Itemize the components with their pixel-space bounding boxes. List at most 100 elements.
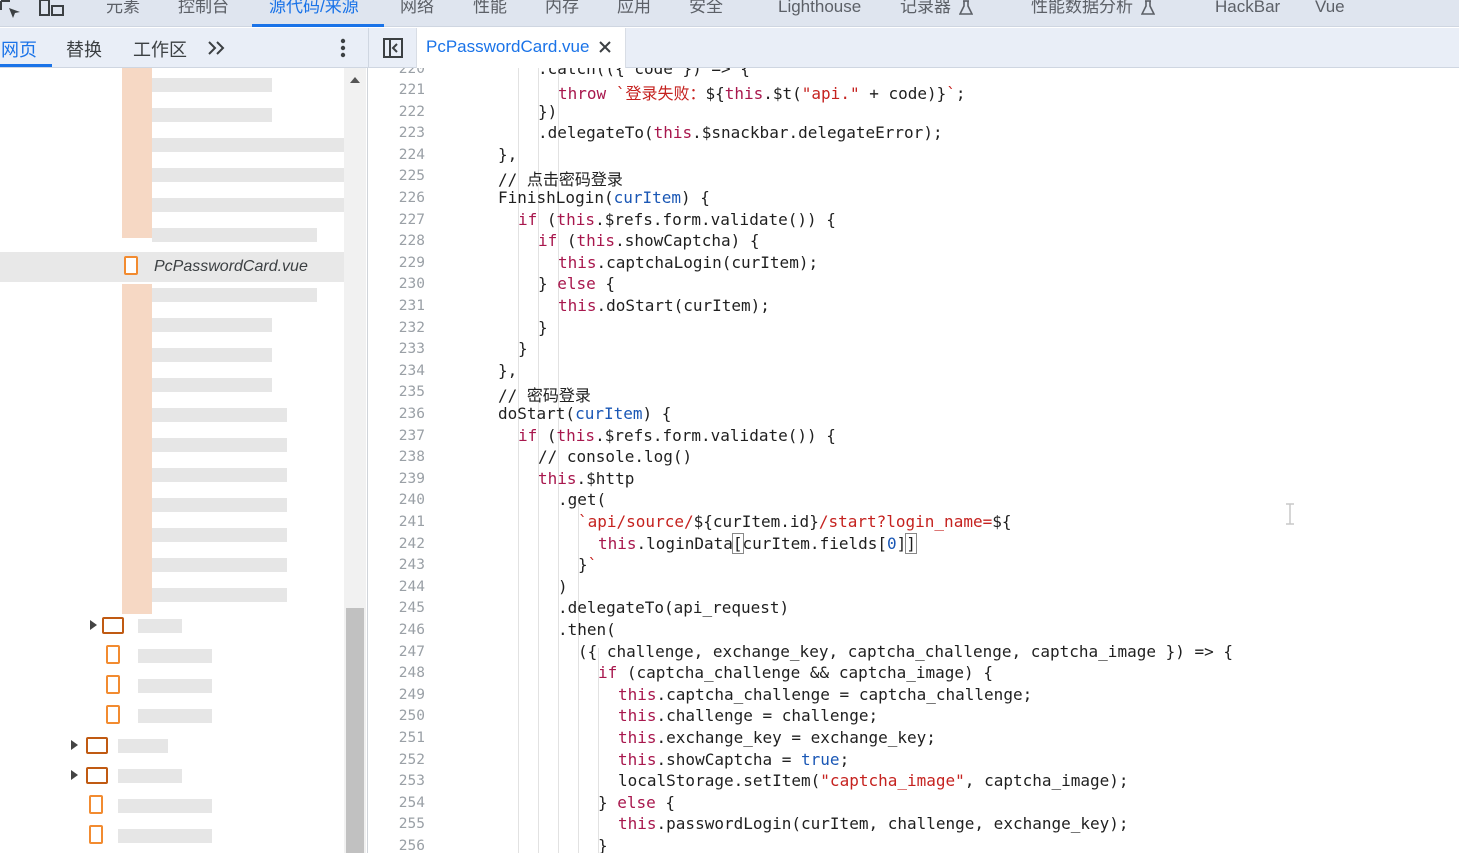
code-line[interactable]: `api/source/${curItem.id}/start?login_na… (498, 512, 1011, 531)
line-number: 231 (398, 298, 425, 314)
obscured-tree-item[interactable] (152, 198, 347, 212)
code-line[interactable]: if (captcha_challenge && captcha_image) … (498, 663, 993, 682)
obscured-tree-item[interactable] (138, 679, 212, 693)
code-line[interactable]: .delegateTo(api_request) (498, 598, 789, 617)
code-line[interactable]: this.doStart(curItem); (498, 296, 770, 315)
tab-security[interactable]: 安全 (689, 0, 723, 23)
obscured-icon-column (122, 68, 152, 238)
code-line[interactable]: } (498, 836, 608, 853)
obscured-tree-item[interactable] (152, 378, 272, 392)
code-line[interactable]: this.passwordLogin(curItem, challenge, e… (498, 814, 1129, 833)
obscured-tree-item[interactable] (152, 528, 287, 542)
tab-elements[interactable]: 元素 (106, 0, 140, 23)
code-line[interactable]: }, (498, 361, 517, 380)
obscured-tree-item[interactable] (118, 829, 212, 843)
code-line[interactable]: FinishLogin(curItem) { (498, 188, 710, 207)
code-line[interactable]: if (this.showCaptcha) { (498, 231, 760, 250)
tab-memory[interactable]: 内存 (545, 0, 579, 23)
code-line[interactable]: localStorage.setItem("captcha_image", ca… (498, 771, 1129, 790)
code-line[interactable]: this.$http (498, 469, 634, 488)
obscured-tree-item[interactable] (152, 138, 347, 152)
tab-application[interactable]: 应用 (617, 0, 651, 23)
code-line[interactable]: this.captcha_challenge = captcha_challen… (498, 685, 1032, 704)
code-line[interactable]: .delegateTo(this.$snackbar.delegateError… (498, 123, 943, 142)
editor-file-tab[interactable]: PcPasswordCard.vue (416, 28, 626, 68)
obscured-tree-item[interactable] (152, 78, 272, 92)
expand-arrow-icon[interactable] (71, 770, 78, 780)
tab-network[interactable]: 网络 (400, 0, 434, 23)
obscured-tree-item[interactable] (152, 108, 272, 122)
tab-lighthouse[interactable]: Lighthouse (778, 0, 861, 23)
code-line[interactable]: ) (498, 577, 568, 596)
obscured-tree-item[interactable] (152, 228, 317, 242)
obscured-tree-item[interactable] (152, 168, 347, 182)
obscured-tree-item[interactable] (152, 288, 317, 302)
obscured-tree-item[interactable] (138, 709, 212, 723)
obscured-tree-item[interactable] (152, 438, 287, 452)
tab-performance-insights[interactable]: 性能数据分析 (1031, 0, 1155, 23)
tab-recorder[interactable]: 记录器 (900, 0, 973, 23)
code-line[interactable]: .catch(({ code }) => { (498, 68, 750, 78)
obscured-tree-item[interactable] (138, 619, 182, 633)
code-line[interactable]: throw `登录失败：${this.$t("api." + code)}`; (498, 80, 966, 104)
file-icon (89, 825, 103, 844)
code-editor[interactable]: 220 .catch(({ code }) => { 221 throw `登录… (369, 68, 1459, 853)
obscured-tree-item[interactable] (152, 318, 272, 332)
line-number: 222 (398, 104, 425, 120)
nav-tab-overrides[interactable]: 替换 (66, 36, 102, 62)
code-line[interactable]: .get( (498, 490, 606, 509)
code-line[interactable]: } (498, 339, 528, 358)
tree-item-selected-file[interactable]: PcPasswordCard.vue (0, 252, 344, 282)
code-line[interactable]: ({ challenge, exchange_key, captcha_chal… (498, 642, 1233, 661)
toggle-navigator-icon[interactable] (382, 37, 404, 59)
file-icon (106, 705, 120, 724)
code-line[interactable]: .then( (498, 620, 616, 639)
code-line[interactable]: this.challenge = challenge; (498, 706, 878, 725)
code-line[interactable]: this.loginData[curItem.fields[0]] (498, 533, 917, 554)
obscured-tree-item[interactable] (118, 769, 182, 783)
code-line[interactable]: } else { (498, 274, 615, 293)
code-line[interactable]: this.showCaptcha = true; (498, 750, 849, 769)
navigator-scrollbar-thumb[interactable] (346, 608, 364, 853)
code-line[interactable]: }` (498, 555, 597, 574)
more-tabs-chevron-icon[interactable] (207, 40, 227, 56)
code-line-comment[interactable]: // 密码登录 (498, 382, 591, 406)
scroll-up-arrow-icon[interactable] (350, 77, 360, 83)
obscured-tree-item[interactable] (118, 799, 212, 813)
code-line-comment[interactable]: // console.log() (498, 447, 692, 466)
expand-arrow-icon[interactable] (90, 620, 97, 630)
device-toolbar-icon[interactable] (39, 0, 65, 18)
code-line[interactable]: doStart(curItem) { (498, 404, 671, 423)
line-number: 235 (398, 384, 425, 400)
obscured-tree-item[interactable] (152, 408, 287, 422)
code-line[interactable]: } else { (498, 793, 675, 812)
nav-tab-workspace[interactable]: 工作区 (133, 36, 187, 62)
tab-vue[interactable]: Vue (1315, 0, 1345, 23)
more-options-kebab-icon[interactable] (339, 37, 347, 59)
obscured-tree-item[interactable] (152, 558, 287, 572)
code-line[interactable]: }) (498, 102, 557, 121)
tab-hackbar[interactable]: HackBar (1215, 0, 1280, 23)
code-line[interactable]: }, (498, 145, 517, 164)
expand-arrow-icon[interactable] (71, 740, 78, 750)
code-line[interactable]: this.exchange_key = exchange_key; (498, 728, 936, 747)
obscured-tree-item[interactable] (152, 348, 272, 362)
devtools-main-toolbar: 元素 控制台 源代码/来源 网络 性能 内存 应用 安全 Lighthouse … (0, 0, 1459, 27)
obscured-tree-item[interactable] (152, 588, 287, 602)
code-line[interactable]: this.captchaLogin(curItem); (498, 253, 818, 272)
tab-sources[interactable]: 源代码/来源 (269, 0, 359, 23)
code-line-comment[interactable]: // 点击密码登录 (498, 166, 623, 190)
nav-tab-page[interactable]: 网页 (1, 36, 37, 62)
code-line[interactable]: if (this.$refs.form.validate()) { (498, 426, 836, 445)
obscured-tree-item[interactable] (138, 649, 212, 663)
code-line[interactable]: if (this.$refs.form.validate()) { (498, 210, 836, 229)
inspect-element-icon[interactable] (0, 0, 22, 18)
obscured-tree-item[interactable] (152, 498, 287, 512)
tab-performance[interactable]: 性能 (473, 0, 507, 23)
close-icon[interactable] (599, 41, 611, 53)
code-line[interactable]: } (498, 318, 548, 337)
obscured-tree-item[interactable] (152, 468, 287, 482)
line-number: 238 (398, 449, 425, 465)
obscured-tree-item[interactable] (118, 739, 168, 753)
tab-console[interactable]: 控制台 (178, 0, 229, 23)
